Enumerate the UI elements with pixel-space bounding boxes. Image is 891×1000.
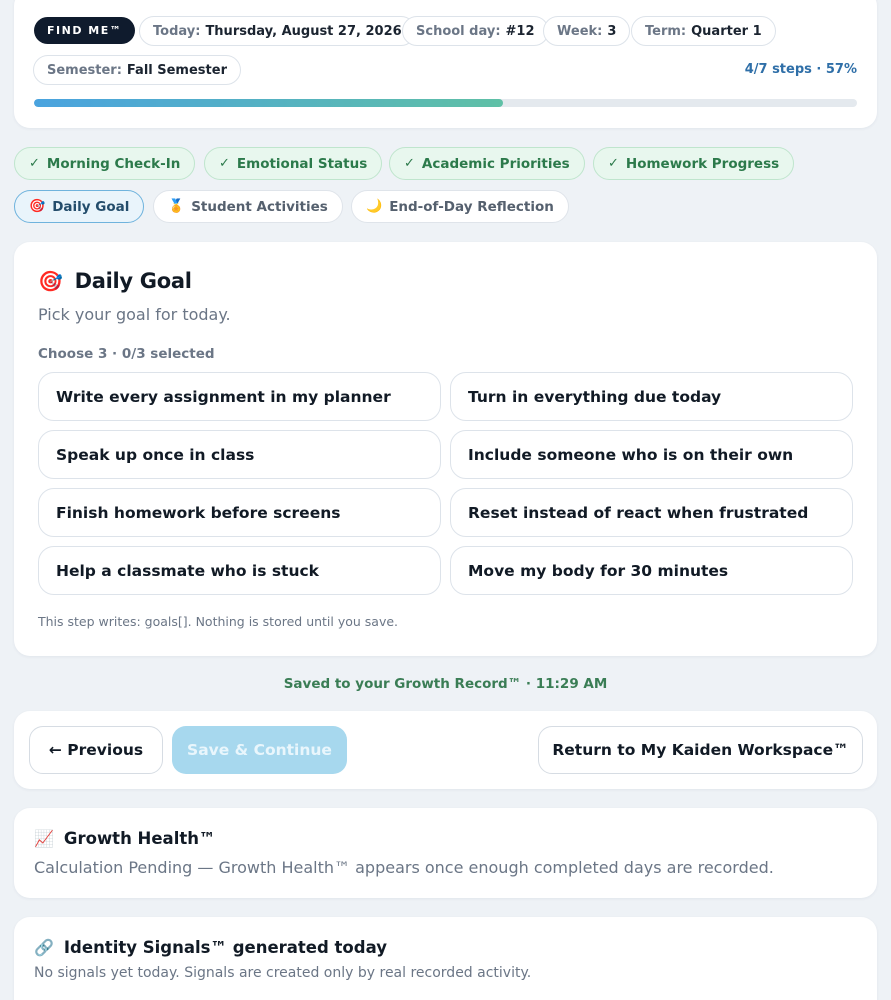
tab-student-activities[interactable]: 🏅 Student Activities bbox=[153, 190, 343, 223]
tab-morning-check-in[interactable]: ✓ Morning Check-In bbox=[14, 147, 196, 180]
today-pill: Today: Thursday, August 27, 2026 bbox=[139, 16, 416, 46]
growth-health-card: 📈 Growth Health™ Calculation Pending — G… bbox=[14, 808, 877, 898]
find-me-badge[interactable]: FIND ME™ bbox=[34, 17, 136, 44]
check-icon: ✓ bbox=[219, 156, 230, 171]
goal-option[interactable]: Write every assignment in my planner bbox=[38, 372, 441, 421]
term-pill: Term: Quarter 1 bbox=[631, 16, 776, 46]
goal-option[interactable]: Finish homework before screens bbox=[38, 488, 441, 537]
identity-signals-card: 🔗 Identity Signals™ generated today No s… bbox=[14, 917, 877, 1000]
tab-academic-priorities[interactable]: ✓ Academic Priorities bbox=[389, 147, 585, 180]
progress-bar bbox=[34, 99, 857, 107]
link-icon: 🔗 bbox=[34, 938, 54, 957]
header-card: FIND ME™ Today: Thursday, August 27, 202… bbox=[14, 0, 877, 128]
semester-pill: Semester: Fall Semester bbox=[33, 55, 241, 85]
goal-option[interactable]: Help a classmate who is stuck bbox=[38, 546, 441, 595]
daily-goal-card: 🎯 Daily Goal Pick your goal for today. C… bbox=[14, 242, 877, 656]
progress-text: 4/7 steps · 57% bbox=[744, 62, 857, 77]
identity-signals-status: No signals yet today. Signals are create… bbox=[34, 965, 532, 981]
chart-increasing-icon: 📈 bbox=[34, 829, 54, 848]
saved-status: Saved to your Growth Record™ · 11:29 AM bbox=[283, 676, 608, 692]
week-pill: Week: 3 bbox=[543, 16, 631, 46]
goal-subtitle: Pick your goal for today. bbox=[38, 305, 231, 324]
tab-emotional-status[interactable]: ✓ Emotional Status bbox=[204, 147, 383, 180]
storage-note: This step writes: goals[]. Nothing is st… bbox=[38, 614, 399, 629]
check-icon: ✓ bbox=[608, 156, 619, 171]
medal-icon: 🏅 bbox=[168, 199, 185, 214]
school-day-pill: School day: #12 bbox=[402, 16, 549, 46]
identity-signals-title: 🔗 Identity Signals™ generated today bbox=[34, 938, 387, 957]
tab-daily-goal[interactable]: 🎯 Daily Goal bbox=[14, 190, 145, 223]
tab-homework-progress[interactable]: ✓ Homework Progress bbox=[593, 147, 795, 180]
moon-icon: 🌙 bbox=[366, 199, 383, 214]
growth-health-status: Calculation Pending — Growth Health™ app… bbox=[34, 858, 774, 877]
growth-health-title: 📈 Growth Health™ bbox=[34, 829, 216, 848]
tab-end-of-day-reflection[interactable]: 🌙 End-of-Day Reflection bbox=[351, 190, 569, 223]
check-icon: ✓ bbox=[29, 156, 40, 171]
goal-option[interactable]: Reset instead of react when frustrated bbox=[450, 488, 853, 537]
previous-button[interactable]: ← Previous bbox=[29, 726, 163, 774]
progress-bar-fill bbox=[34, 99, 504, 107]
page-title: 🎯 Daily Goal bbox=[38, 269, 192, 293]
goal-option[interactable]: Move my body for 30 minutes bbox=[450, 546, 853, 595]
goal-option[interactable]: Include someone who is on their own bbox=[450, 430, 853, 479]
return-workspace-button[interactable]: Return to My Kaiden Workspace™ bbox=[538, 726, 863, 774]
navigation-card: ← Previous Save & Continue Return to My … bbox=[14, 711, 877, 789]
selection-count: Choose 3 · 0/3 selected bbox=[38, 346, 215, 362]
target-icon: 🎯 bbox=[29, 199, 46, 214]
goal-option[interactable]: Turn in everything due today bbox=[450, 372, 853, 421]
check-icon: ✓ bbox=[404, 156, 415, 171]
save-continue-button[interactable]: Save & Continue bbox=[172, 726, 347, 774]
target-icon: 🎯 bbox=[38, 269, 63, 293]
goal-option[interactable]: Speak up once in class bbox=[38, 430, 441, 479]
